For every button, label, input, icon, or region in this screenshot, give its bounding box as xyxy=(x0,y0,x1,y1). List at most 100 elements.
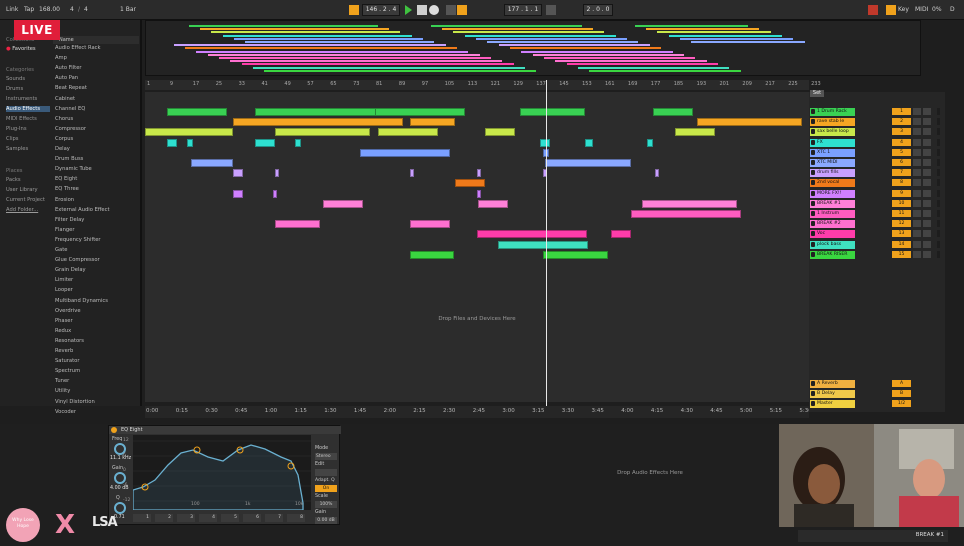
record-icon[interactable] xyxy=(429,5,439,15)
arrangement-clip[interactable] xyxy=(540,138,550,147)
track-name[interactable]: sax belle loop xyxy=(810,128,855,137)
arm-button[interactable] xyxy=(923,169,931,177)
return-track-name[interactable]: B Delay xyxy=(810,390,855,398)
track-play-icon[interactable] xyxy=(811,401,815,406)
arrangement-clip[interactable] xyxy=(478,199,508,208)
arrangement-clip[interactable] xyxy=(477,169,481,178)
arrangement-clip[interactable] xyxy=(647,138,653,147)
browser-item[interactable]: Reverb xyxy=(55,347,138,356)
browser-item[interactable]: Filter Delay xyxy=(55,216,138,225)
return-track-header[interactable]: B Delay B xyxy=(809,390,945,398)
device-power-icon[interactable] xyxy=(111,427,117,433)
solo-button[interactable] xyxy=(913,250,921,258)
track-name[interactable]: 2nd vocal xyxy=(810,179,855,188)
arm-button[interactable] xyxy=(923,230,931,238)
arm-button[interactable] xyxy=(923,118,931,126)
arm-button[interactable] xyxy=(923,179,931,187)
track-header[interactable]: rave stab le 2 xyxy=(809,118,945,127)
band-toggle[interactable]: 8 xyxy=(287,514,305,522)
track-header[interactable]: MORE FX!! 9 xyxy=(809,189,945,198)
track-name[interactable]: XTC MIDI xyxy=(810,159,855,167)
browser-item[interactable]: Multiband Dynamics xyxy=(55,297,138,306)
arrangement-overview[interactable] xyxy=(145,20,921,76)
band-toggle[interactable]: 7 xyxy=(265,514,283,522)
arrangement-clip[interactable] xyxy=(275,169,279,178)
arrangement-position[interactable]: 146 . 2 . 4 xyxy=(362,4,400,16)
adaptive-q-toggle[interactable]: On xyxy=(315,485,337,492)
arm-button[interactable] xyxy=(923,128,931,136)
return-track-name[interactable]: Master xyxy=(810,400,855,408)
arrangement-clip[interactable] xyxy=(275,128,370,137)
follow-button[interactable] xyxy=(349,5,359,15)
track-name[interactable]: MORE FX!! xyxy=(810,189,855,198)
browser-item[interactable]: Drum Buss xyxy=(55,155,138,164)
browser-item[interactable]: Phaser xyxy=(55,317,138,326)
browser-item[interactable]: Auto Pan xyxy=(55,74,138,83)
arrangement-clip[interactable] xyxy=(360,148,450,157)
track-play-icon[interactable] xyxy=(811,381,815,386)
time-sig-numerator[interactable]: 4 xyxy=(70,4,74,16)
track-number-button[interactable]: 1 xyxy=(892,108,911,115)
arrangement-clip[interactable] xyxy=(273,189,277,198)
tempo-field[interactable]: 168.00 xyxy=(39,4,60,16)
browser-item[interactable]: Corpus xyxy=(55,135,138,144)
arrangement-clip[interactable] xyxy=(653,108,693,116)
edit-toggle[interactable] xyxy=(315,469,337,476)
return-track-name[interactable]: A Reverb xyxy=(810,380,855,388)
browser-item[interactable]: Compressor xyxy=(55,125,138,134)
track-header[interactable]: XTC MIDI 6 xyxy=(809,159,945,167)
browser-item[interactable]: Chorus xyxy=(55,115,138,124)
solo-button[interactable] xyxy=(913,148,921,156)
arm-button[interactable] xyxy=(923,210,931,217)
arrangement-clip[interactable] xyxy=(378,128,438,137)
arrangement-clip[interactable] xyxy=(233,118,403,127)
arrangement-clip[interactable] xyxy=(375,108,465,116)
automation-arm-icon[interactable] xyxy=(457,5,467,15)
beat-ruler[interactable]: 1 9 17 25 33 41 49 57 65 73 81 89 97 105 113 121 129 137 1… xyxy=(145,80,821,90)
eq-response-display[interactable]: 12 6 0 -6 -12 100 1k 10k xyxy=(123,435,311,511)
solo-button[interactable] xyxy=(913,159,921,166)
track-header[interactable]: drum fills 7 xyxy=(809,169,945,178)
track-play-icon[interactable] xyxy=(811,129,815,135)
band-toggle[interactable]: 6 xyxy=(243,514,261,522)
track-name[interactable]: Voc xyxy=(810,230,855,239)
band-toggle[interactable]: 3 xyxy=(177,514,195,522)
arrangement-clip[interactable] xyxy=(455,179,485,188)
arrangement-clip[interactable] xyxy=(410,250,454,259)
track-header[interactable]: 1 Instrum 11 xyxy=(809,210,945,218)
arrangement-clip[interactable] xyxy=(543,250,608,259)
browser-item[interactable]: Gate xyxy=(55,246,138,255)
eq-eight-device[interactable]: EQ Eight Freq 11.1 kHz Gain 4.00 dB Q 0.… xyxy=(108,425,341,525)
key-toggle[interactable] xyxy=(886,5,896,15)
track-number-button[interactable]: 3 xyxy=(892,128,911,136)
set-button[interactable]: Set xyxy=(810,90,824,97)
track-name[interactable]: plock bass xyxy=(810,240,855,249)
return-track-header[interactable]: Master 1/2 xyxy=(809,400,945,408)
track-name[interactable]: drum fills xyxy=(810,169,855,178)
return-track-number[interactable]: A xyxy=(892,380,911,387)
browser-divider[interactable] xyxy=(140,20,142,406)
arrangement-clip[interactable] xyxy=(585,138,593,147)
overdub-icon[interactable] xyxy=(446,5,456,15)
browser-item[interactable]: Resonators xyxy=(55,337,138,346)
browser-item[interactable]: Saturator xyxy=(55,357,138,366)
arrangement-clip[interactable] xyxy=(167,108,227,116)
loop-length-field[interactable]: 2 . 0 . 0 xyxy=(583,4,613,16)
key-label[interactable]: Key xyxy=(898,4,909,16)
track-header[interactable]: 2nd vocal 8 xyxy=(809,179,945,188)
browser-item[interactable]: Limiter xyxy=(55,276,138,285)
arrangement-clip[interactable] xyxy=(477,189,481,198)
track-play-icon[interactable] xyxy=(811,231,815,237)
track-play-icon[interactable] xyxy=(811,180,815,186)
arrangement-tracks[interactable]: Drop Files and Devices Here xyxy=(145,92,809,402)
solo-button[interactable] xyxy=(913,118,921,126)
loop-start-field[interactable]: 177 . 1 . 1 xyxy=(504,4,542,16)
arm-button[interactable] xyxy=(923,159,931,166)
track-header[interactable]: sax belle loop 3 xyxy=(809,128,945,137)
browser-item[interactable]: Utility xyxy=(55,387,138,396)
browser-item[interactable]: Auto Filter xyxy=(55,64,138,73)
track-number-button[interactable]: 7 xyxy=(892,169,911,177)
track-name[interactable]: FX xyxy=(810,138,855,147)
track-number-button[interactable]: 14 xyxy=(892,240,911,248)
midi-label[interactable]: MIDI xyxy=(915,4,928,16)
